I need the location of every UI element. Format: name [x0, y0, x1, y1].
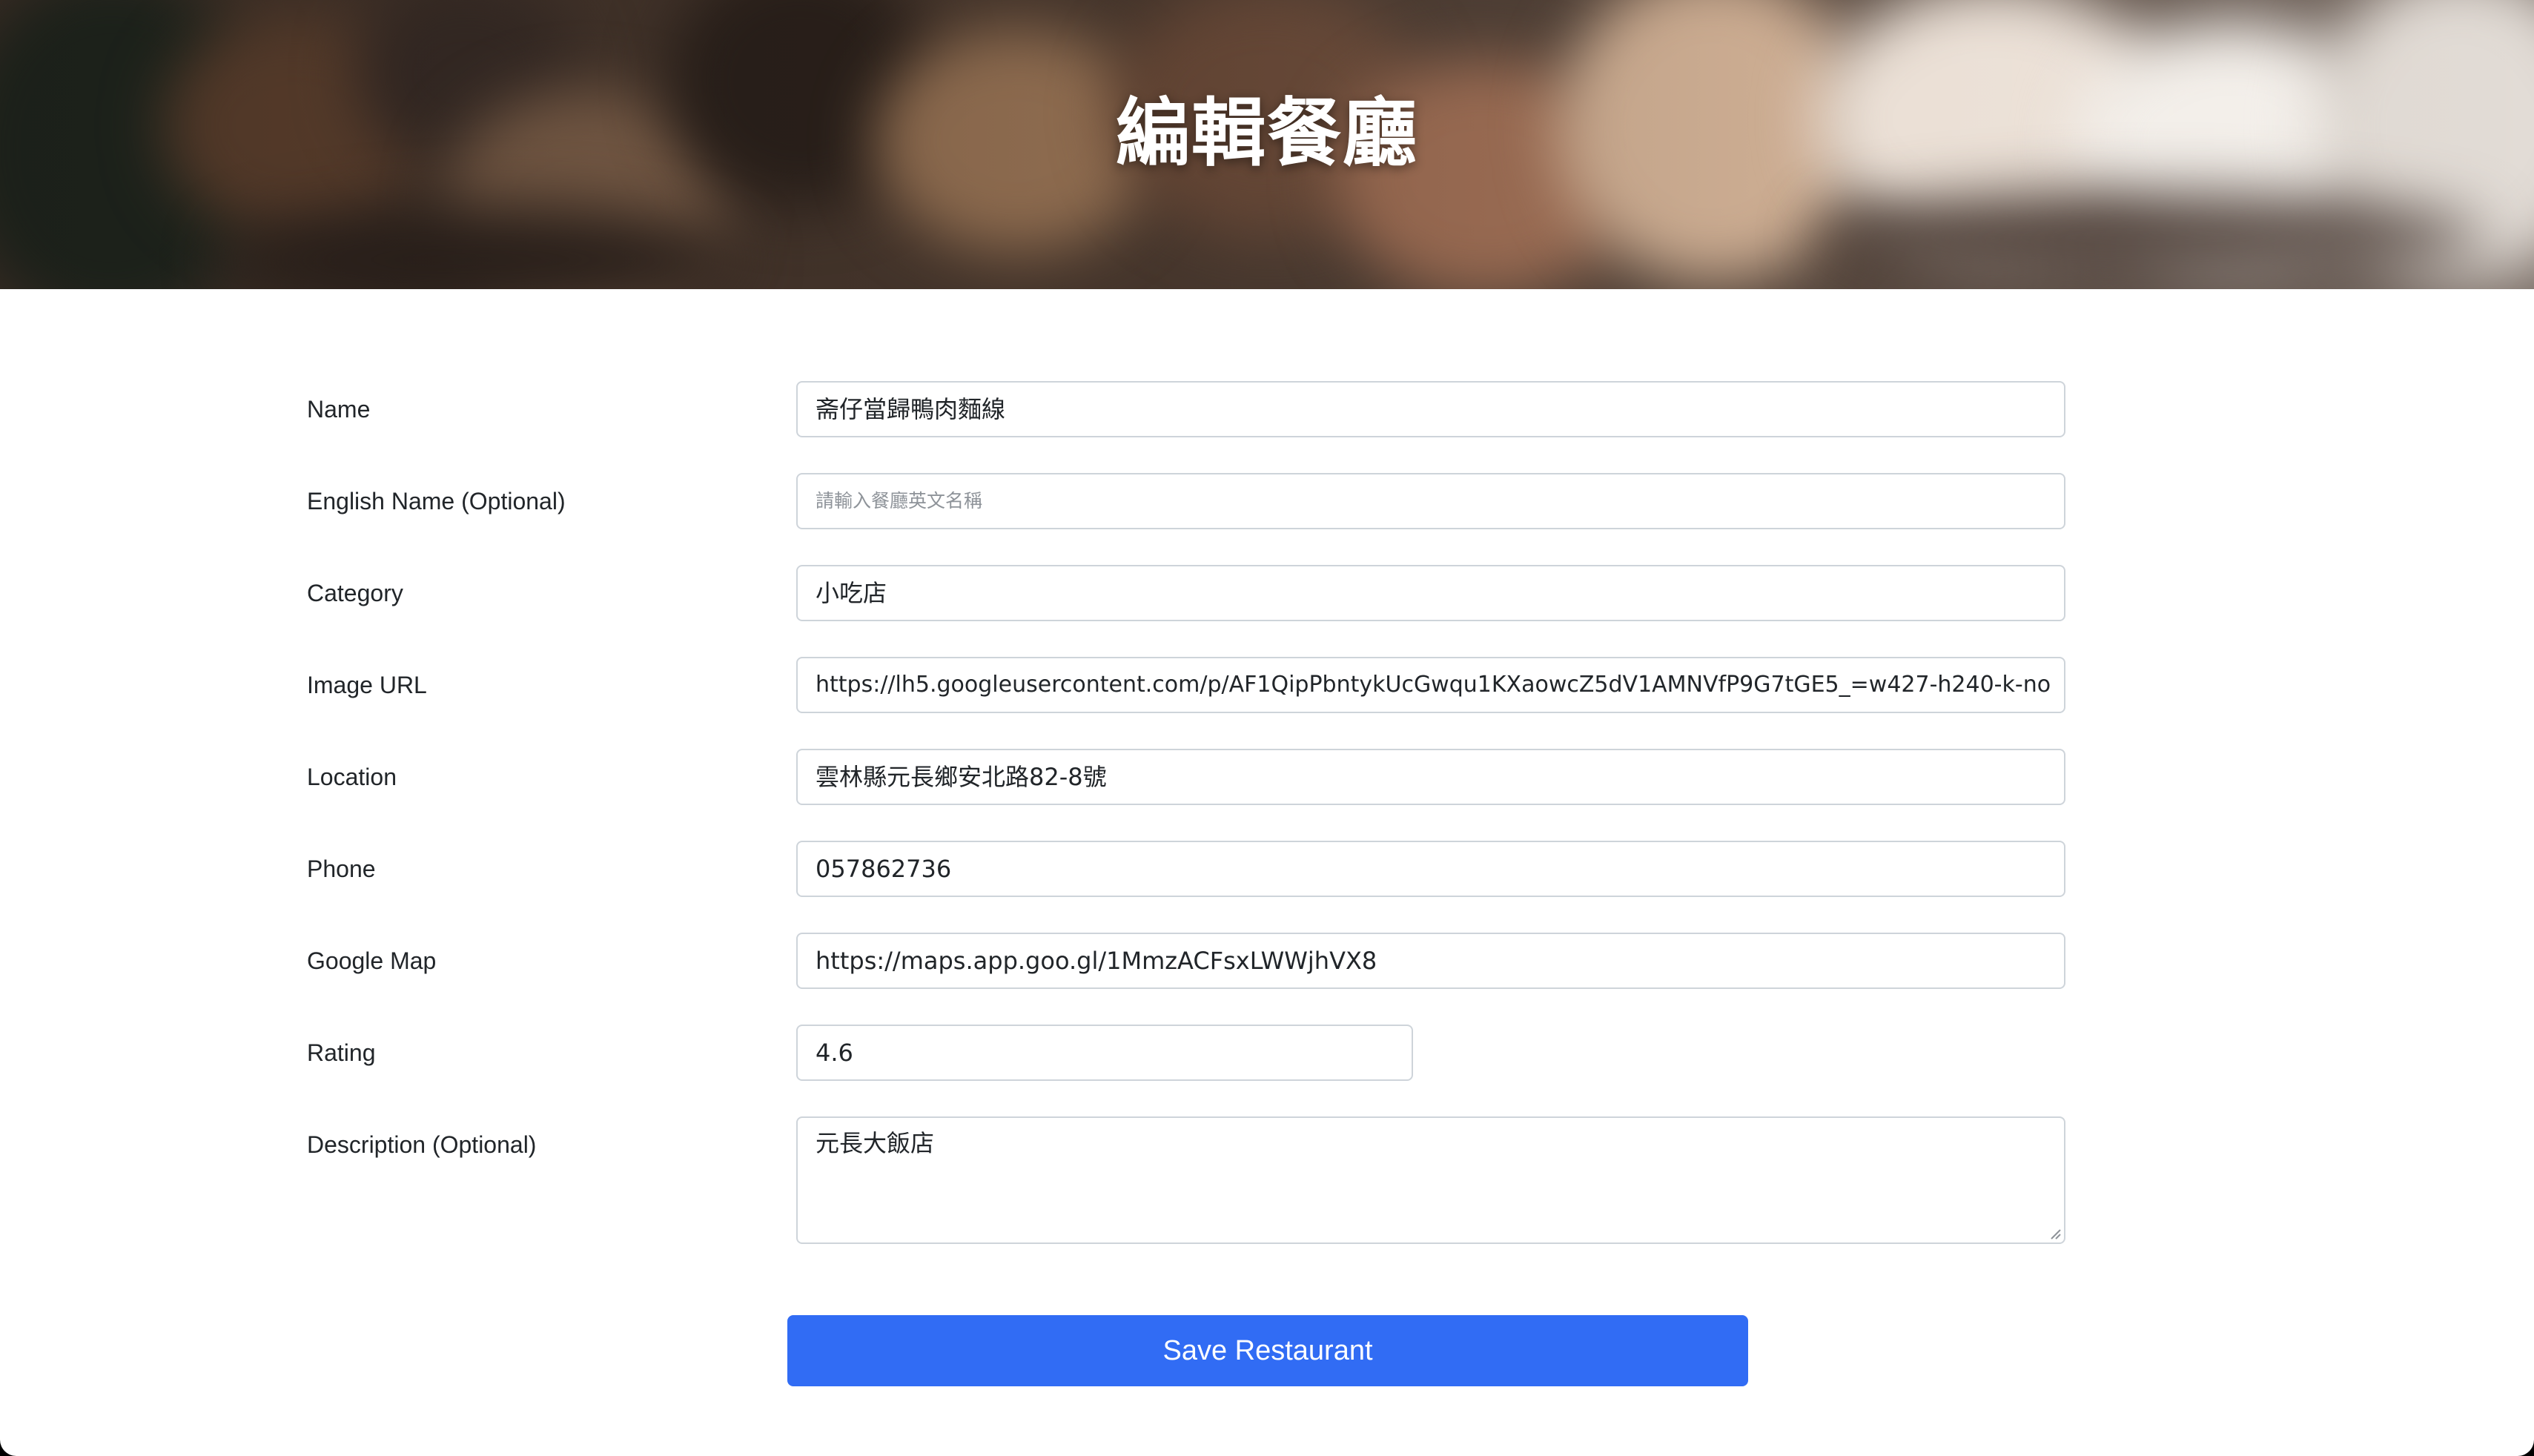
hero-banner: 編輯餐廳 [0, 0, 2534, 289]
name-label: Name [307, 396, 371, 423]
save-restaurant-button[interactable]: Save Restaurant [787, 1315, 1748, 1386]
english-name-input[interactable]: 請輸入餐廳英文名稱 [796, 473, 2065, 529]
page: 編輯餐廳 Name 斋仔當歸鴨肉麵線 English Name (Optiona… [0, 0, 2534, 1456]
rating-input[interactable]: 4.6 [796, 1025, 1413, 1081]
description-label: Description (Optional) [307, 1131, 537, 1158]
category-input[interactable]: 小吃店 [796, 565, 2065, 621]
description-textarea[interactable]: 元長大飯店 [796, 1116, 2065, 1244]
phone-input[interactable]: 057862736 [796, 841, 2065, 897]
location-label: Location [307, 764, 397, 790]
page-title: 編輯餐廳 [1116, 90, 1418, 176]
category-label: Category [307, 580, 403, 606]
image-url-input[interactable]: https://lh5.googleusercontent.com/p/AF1Q… [796, 657, 2065, 713]
google-map-input[interactable]: https://maps.app.goo.gl/1MmzACFsxLWWjhVX… [796, 933, 2065, 989]
location-input[interactable]: 雲林縣元長鄉安北路82-8號 [796, 749, 2065, 805]
description-text: 元長大飯店 [816, 1129, 935, 1157]
name-input[interactable]: 斋仔當歸鴨肉麵線 [796, 381, 2065, 437]
phone-label: Phone [307, 856, 376, 882]
english-name-label: English Name (Optional) [307, 488, 566, 514]
image-url-label: Image URL [307, 672, 427, 698]
resize-grip-icon[interactable] [2048, 1226, 2061, 1240]
google-map-label: Google Map [307, 947, 437, 974]
rating-label: Rating [307, 1039, 376, 1066]
